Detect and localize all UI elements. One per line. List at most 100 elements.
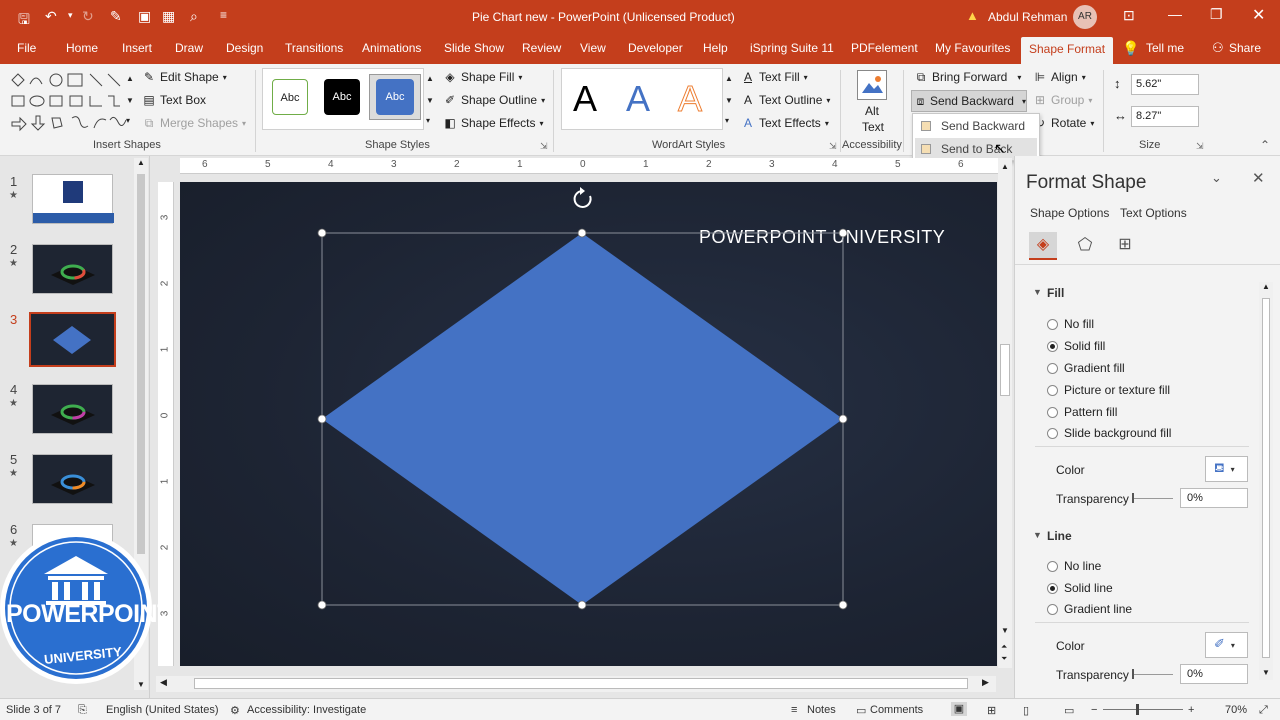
scroll-up-icon[interactable]: ▲ [1001,162,1009,171]
undo-dropdown-icon[interactable]: ▾ [68,10,73,21]
radio-gradient-line[interactable]: Gradient line [1047,602,1132,616]
line-transparency-input[interactable]: 0% [1180,664,1248,684]
menu-item-send-backward[interactable]: Send Backward [915,115,1037,137]
pane-options-chevron-icon[interactable]: ⌄ [1211,170,1222,186]
user-name[interactable]: Abdul Rehman [988,10,1067,24]
tab-animations[interactable]: Animations [362,41,421,55]
redo-icon[interactable]: ↻ [82,8,94,25]
pane-scrollbar[interactable]: ▲ ▼ [1259,282,1273,680]
slide-thumbnail-4[interactable] [32,384,113,434]
restore-icon[interactable]: ❐ [1210,6,1223,23]
zoom-out-icon[interactable]: − [1091,704,1097,716]
gallery-up-icon[interactable]: ▲ [426,74,434,83]
tab-text-options[interactable]: Text Options [1120,206,1187,220]
scroll-down-icon[interactable]: ▼ [1262,668,1270,677]
notes-button[interactable]: Notes [807,704,836,716]
fill-line-tab-icon[interactable]: ◈ [1029,232,1057,260]
tell-me-search[interactable]: Tell me [1146,41,1184,55]
style-swatch-blue[interactable]: Abc [376,79,414,115]
share-button[interactable]: Share [1229,41,1261,55]
spelling-icon[interactable]: ⎘ [78,704,87,717]
tab-pdfelement[interactable]: PDFelement [851,41,918,55]
scrollbar-thumb[interactable] [1262,298,1270,658]
slideshow-icon[interactable]: ▭ [1064,704,1074,717]
bring-forward-button[interactable]: ⧉ Bring Forward ▾ [914,70,1022,84]
ribbon-display-icon[interactable]: ⊡ [1123,7,1135,24]
collapse-line-icon[interactable]: ▼ [1033,530,1042,540]
tab-shape-options[interactable]: Shape Options [1030,206,1109,220]
tab-help[interactable]: Help [703,41,728,55]
collapse-fill-icon[interactable]: ▼ [1033,287,1042,297]
customize-quick-access-icon[interactable]: ≡ [220,8,227,22]
align-button[interactable]: ⊫ Align ▾ [1033,70,1086,84]
fill-transparency-input[interactable]: 0% [1180,488,1248,508]
normal-view-icon[interactable]: ▣ [951,702,967,716]
canvas-vertical-scrollbar[interactable]: ▲ ▼ ⏶ ⏷ [998,158,1012,668]
wordart-style-blue[interactable]: A [626,78,650,120]
slide-thumbnail-5[interactable] [32,454,113,504]
scroll-up-icon[interactable]: ▲ [137,158,145,167]
scrollbar-thumb[interactable] [194,678,968,689]
slide-thumbnail-3[interactable] [29,312,116,367]
previous-slide-icon[interactable]: ⏶ [1001,642,1007,652]
send-backward-button[interactable]: ⧈ Send Backward ▾ [911,90,1027,112]
fill-section-header[interactable]: Fill [1047,286,1064,300]
pane-close-icon[interactable]: ✕ [1252,169,1265,187]
shape-fill-button[interactable]: ◈ Shape Fill ▾ [443,70,522,84]
tab-developer[interactable]: Developer [628,41,683,55]
line-section-header[interactable]: Line [1047,529,1072,543]
fit-to-window-icon[interactable]: ⤢ [1259,704,1268,717]
radio-slide-background-fill[interactable]: Slide background fill [1047,426,1171,440]
scroll-left-icon[interactable]: ◀ [160,677,167,688]
line-color-picker[interactable]: ✐ ▾ [1205,632,1248,658]
undo-icon[interactable]: ↶ [45,8,57,25]
size-properties-tab-icon[interactable]: ⊞ [1111,232,1139,260]
gallery-more-icon[interactable]: ▾ [725,116,729,125]
canvas-horizontal-scrollbar[interactable]: ◀ ▶ [156,676,996,692]
scroll-right-icon[interactable]: ▶ [982,677,989,688]
present-icon[interactable]: ▣ [138,8,151,25]
line-transparency-slider[interactable] [1133,674,1173,675]
minimize-icon[interactable]: — [1168,6,1182,22]
format-painter-icon[interactable]: ✎ [110,8,122,25]
next-slide-icon[interactable]: ⏷ [1001,654,1007,664]
line-transparency-slider-thumb[interactable] [1132,669,1134,679]
dialog-launcher-icon[interactable]: ⇲ [829,141,837,152]
tab-file[interactable]: File [17,41,36,55]
tab-transitions[interactable]: Transitions [285,41,343,55]
shape-height-input[interactable]: 5.62" [1131,74,1199,95]
tab-design[interactable]: Design [226,41,263,55]
slide-thumbnail-1[interactable] [32,174,114,224]
radio-pattern-fill[interactable]: Pattern fill [1047,405,1117,419]
fill-transparency-slider[interactable] [1133,498,1173,499]
fill-transparency-slider-thumb[interactable] [1132,493,1134,503]
zoom-slider[interactable] [1103,709,1183,710]
alt-text-label-line1[interactable]: Alt [865,104,879,118]
merge-shapes-button[interactable]: ⧉ Merge Shapes ▾ [142,116,246,130]
text-fill-button[interactable]: A Text Fill ▾ [741,70,808,84]
notes-icon[interactable]: ≡ [791,704,797,716]
scrollbar-thumb[interactable] [137,174,145,554]
edit-shape-button[interactable]: ✎ Edit Shape ▾ [142,70,227,84]
scroll-up-icon[interactable]: ▲ [1262,282,1270,291]
text-outline-button[interactable]: A Text Outline ▾ [741,93,830,107]
tab-draw[interactable]: Draw [175,41,203,55]
scrollbar-thumb[interactable] [1000,344,1010,396]
radio-no-fill[interactable]: No fill [1047,317,1094,331]
gallery-up-icon[interactable]: ▲ [725,74,733,83]
comments-button[interactable]: Comments [870,704,923,716]
slide-canvas[interactable]: POWERPOINT UNIVERSITY [180,182,997,666]
tab-insert[interactable]: Insert [122,41,152,55]
accessibility-status[interactable]: Accessibility: Investigate [247,704,366,716]
style-swatch-black[interactable]: Abc [324,79,360,115]
tab-review[interactable]: Review [522,41,561,55]
tab-slide-show[interactable]: Slide Show [444,41,504,55]
fill-color-picker[interactable]: ⛾ ▾ [1205,456,1248,482]
wordart-style-orange[interactable]: A [677,78,702,120]
rotate-button[interactable]: ↻ Rotate ▾ [1033,116,1094,130]
scroll-down-icon[interactable]: ▼ [1001,626,1009,635]
radio-solid-line[interactable]: Solid line [1047,581,1113,595]
style-swatch-outline[interactable]: Abc [272,79,308,115]
zoom-level[interactable]: 70% [1225,704,1247,716]
tab-my-favourites[interactable]: My Favourites [935,41,1010,55]
